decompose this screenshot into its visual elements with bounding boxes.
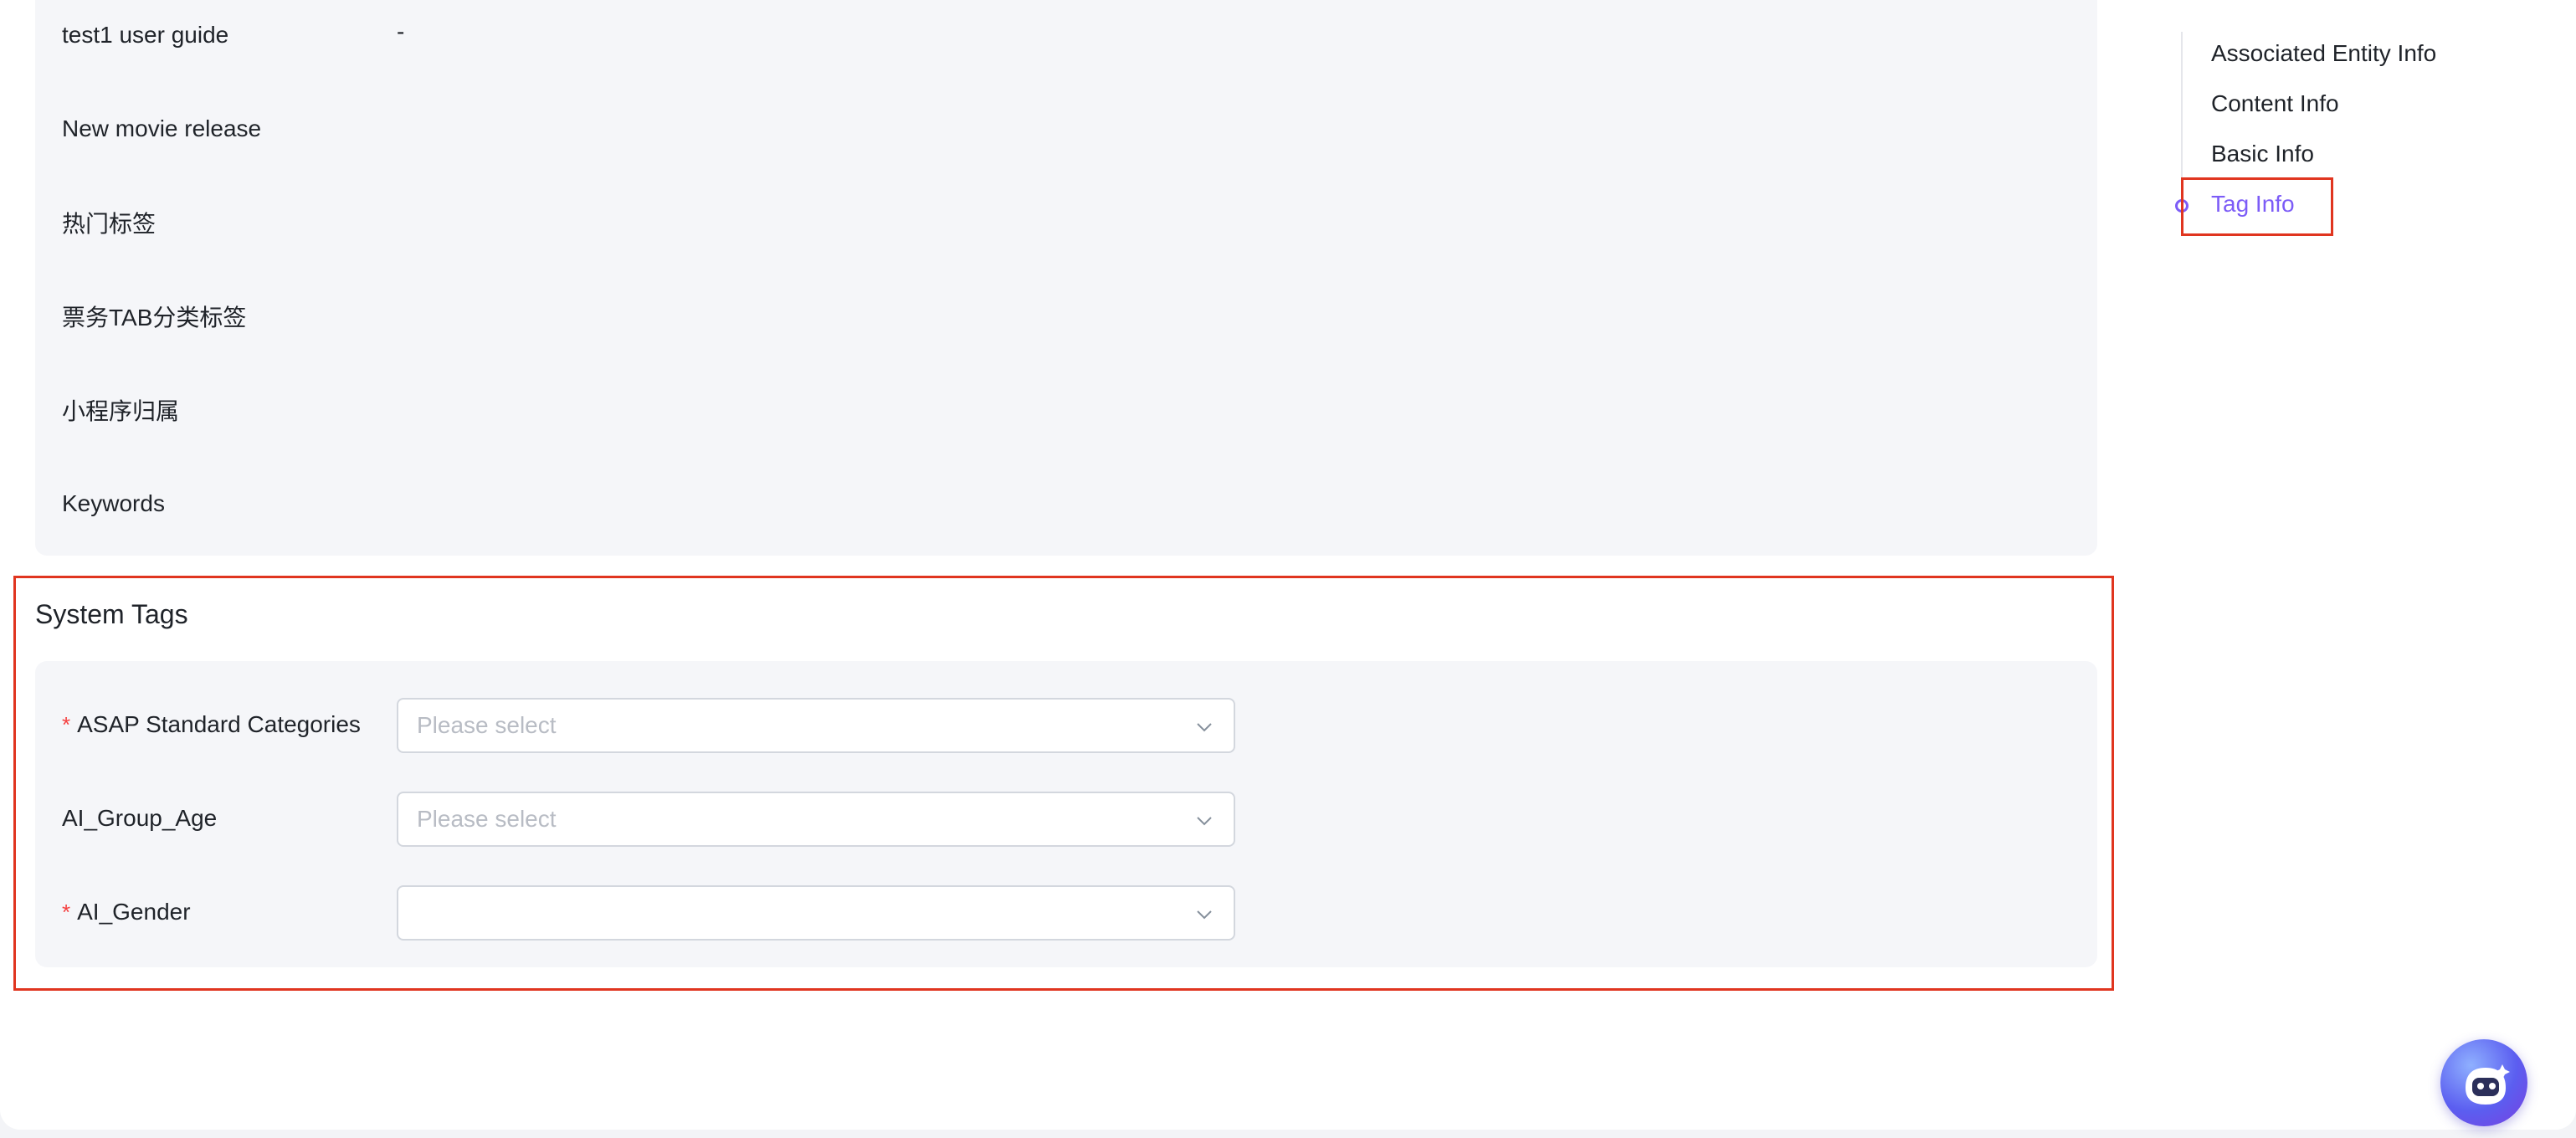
anchor-item-tag-info[interactable]: Tag Info [2211,191,2295,218]
anchor-item-content-info[interactable]: Content Info [2211,90,2339,117]
robot-face-icon [2466,1064,2510,1105]
ai-group-age-select[interactable]: Please select [397,792,1235,847]
chevron-down-icon [1197,817,1212,826]
field-label-text: AI_Group_Age [62,805,218,831]
system-tags-title: System Tags [35,599,188,629]
tag-row-label: 小程序归属 [62,398,180,424]
field-label-ai-gender: * AI_Gender [62,895,191,929]
chevron-down-icon [1197,910,1212,920]
tag-row-label: Keywords [62,490,165,516]
field-label-ai-group-age: AI_Group_Age [62,802,217,835]
asap-categories-select[interactable]: Please select [397,698,1235,753]
required-mark: * [62,899,71,925]
anchor-item-associated-entity-info[interactable]: Associated Entity Info [2211,40,2436,67]
anchor-nav: Associated Entity Info Content Info Basi… [2175,32,2516,233]
custom-tags-panel: test1 user guide - New movie release 热门标… [35,0,2097,556]
tag-row-value: - [397,18,405,44]
system-tags-panel: * ASAP Standard Categories Please select… [35,661,2097,967]
anchor-item-basic-info[interactable]: Basic Info [2211,141,2314,167]
select-placeholder: Please select [417,806,557,832]
required-mark: * [62,711,71,737]
ai-gender-select[interactable] [397,885,1235,941]
tag-row-label: 热门标签 [62,211,157,237]
tag-row-label: New movie release [62,115,262,141]
field-label-text: AI_Gender [77,899,191,925]
robot-assistant-icon[interactable] [2440,1039,2527,1126]
tag-row-label: test1 user guide [62,22,229,48]
select-placeholder: Please select [417,712,557,738]
field-label-asap-categories: * ASAP Standard Categories [62,708,361,741]
anchor-active-dot [2175,199,2189,213]
chevron-down-icon [1197,723,1212,732]
page: test1 user guide - New movie release 热门标… [0,0,2576,1130]
tag-row-label: 票务TAB分类标签 [62,305,247,331]
field-label-text: ASAP Standard Categories [77,711,361,737]
